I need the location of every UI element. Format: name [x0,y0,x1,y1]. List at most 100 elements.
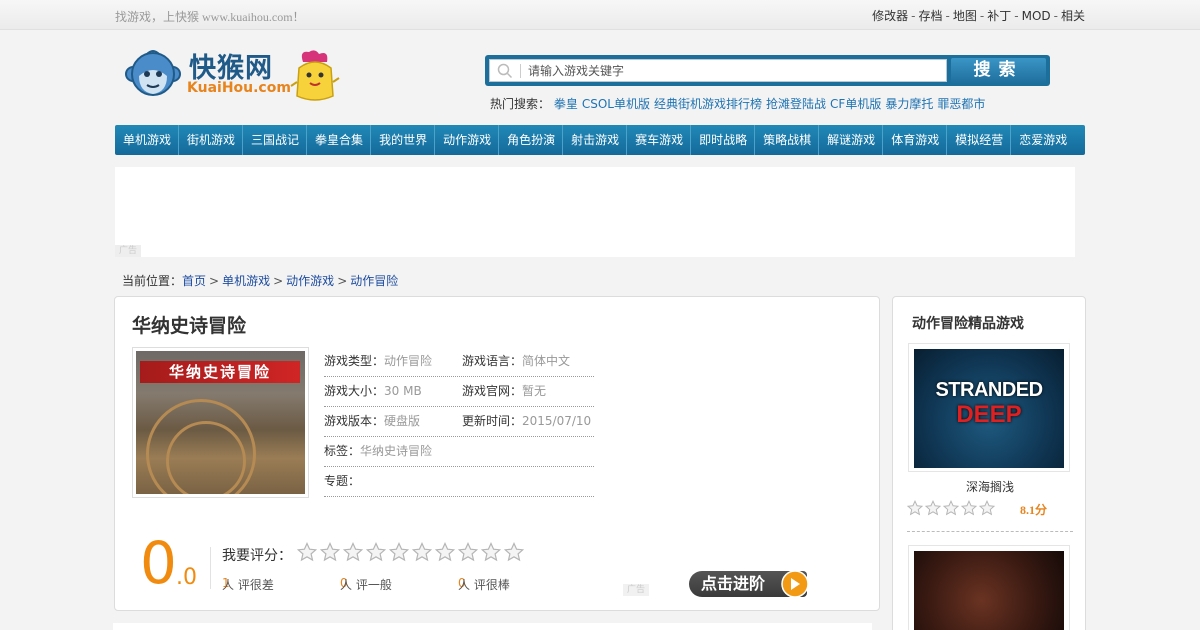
ad-banner[interactable]: 广告 [115,167,1075,257]
type-value[interactable]: 动作冒险 [384,354,432,368]
featured-game-score: 8.1分 [1020,503,1048,517]
cover-rail-shape [166,421,246,494]
mascot-icon [290,50,340,101]
nav-item-three-kingdoms[interactable]: 三国战记 [243,125,308,155]
rating-star-icon[interactable] [435,542,455,562]
hot-search-link[interactable]: CF单机版 [830,97,881,111]
rating-star-icon[interactable] [343,542,363,562]
nav-item-strategy[interactable]: 策略战棋 [755,125,820,155]
top-link-trainer[interactable]: 修改器 [872,9,908,23]
featured-game-card[interactable] [908,545,1070,630]
top-link-patch[interactable]: 补丁 [987,9,1011,23]
breadcrumb-home[interactable]: 首页 [182,274,206,288]
separator: - [1053,9,1058,23]
hot-search-link[interactable]: 暴力摩托 [885,97,933,111]
hot-search-link[interactable]: 抢滩登陆战 [766,97,826,111]
nav-item-romance[interactable]: 恋爱游戏 [1011,125,1074,155]
ad-tag: 广告 [623,584,649,596]
rating-stars [297,542,524,562]
rating-star-icon[interactable] [320,542,340,562]
search-button[interactable]: 搜索 [951,58,1046,83]
info-row: 专题： [324,467,594,497]
arrow-right-circle-icon [781,570,809,598]
nav-item-shooter[interactable]: 射击游戏 [563,125,628,155]
info-row: 游戏类型：动作冒险 游戏语言：简体中文 [324,347,594,377]
lang-label: 游戏语言： [462,354,523,368]
star-icon [979,500,995,516]
hot-search-link[interactable]: 罪恶都市 [937,97,985,111]
star-icon [961,500,977,516]
breadcrumb-arrow: > [273,274,284,288]
nav-item-puzzle[interactable]: 解谜游戏 [819,125,884,155]
top-links: 修改器 - 存档 - 地图 - 补丁 - MOD - 相关 [872,7,1085,24]
hot-search-label: 热门搜索： [490,97,551,111]
top-link-save[interactable]: 存档 [919,9,943,23]
rating-star-icon[interactable] [481,542,501,562]
size-label: 游戏大小： [324,384,385,398]
tag-link[interactable]: 华纳史诗冒险 [360,444,432,458]
hot-search-link[interactable]: CSOL单机版 [582,97,650,111]
version-label: 游戏版本： [324,414,385,428]
separator: - [911,9,916,23]
game-cover-image: 华纳史诗冒险 [136,351,305,494]
search-box[interactable] [489,59,947,82]
search-input[interactable] [528,62,938,80]
breadcrumb-label: 当前位置： [122,274,183,288]
rating-star-icon[interactable] [389,542,409,562]
version-value: 硬盘版 [384,414,421,428]
score-decimal: .0 [176,565,197,590]
nav-item-pc-games[interactable]: 单机游戏 [115,125,180,155]
star-icon [925,500,941,516]
info-row: 标签：华纳史诗冒险 [324,437,594,467]
score-divider [210,547,211,589]
sidebar-title: 动作冒险精品游戏 [912,316,1024,332]
good-label: 人 评很棒 [458,578,510,592]
updated-label: 更新时间： [462,414,523,428]
search-divider [520,64,521,78]
rating-star-icon[interactable] [366,542,386,562]
hot-search-link[interactable]: 经典街机游戏排行榜 [654,97,762,111]
enter-advanced-button[interactable]: 点击进阶 [689,570,809,598]
top-link-mod[interactable]: MOD [1022,9,1051,23]
enter-button-label: 点击进阶 [701,574,766,593]
next-panel-edge [113,623,872,630]
hot-search-link[interactable]: 拳皇 [554,97,578,111]
game-title: 华纳史诗冒险 [132,315,247,337]
game-cover[interactable]: 华纳史诗冒险 [132,347,309,498]
breadcrumb-action[interactable]: 动作游戏 [286,274,334,288]
nav-item-rpg[interactable]: 角色扮演 [499,125,564,155]
top-link-map[interactable]: 地图 [953,9,977,23]
game-info: 游戏类型：动作冒险 游戏语言：简体中文 游戏大小：30 MB 游戏官网：暂无 游… [324,347,594,497]
featured-game-cover [914,551,1064,630]
nav-item-minecraft[interactable]: 我的世界 [371,125,436,155]
info-row: 游戏大小：30 MB 游戏官网：暂无 [324,377,594,407]
my-rating-label: 我要评分： [222,548,292,564]
rating-star-icon[interactable] [412,542,432,562]
nav-item-kof[interactable]: 拳皇合集 [307,125,372,155]
featured-game-card[interactable]: STRANDED DEEP [908,343,1070,472]
type-label: 游戏类型： [324,354,385,368]
top-link-related[interactable]: 相关 [1061,9,1085,23]
game-detail-panel: 华纳史诗冒险 华纳史诗冒险 游戏类型：动作冒险 游戏语言：简体中文 游戏大小：3… [114,296,880,611]
nav-item-sports[interactable]: 体育游戏 [883,125,948,155]
rating-star-icon[interactable] [297,542,317,562]
topic-label: 专题： [324,474,361,488]
normal-label: 人 评一般 [340,578,392,592]
nav-item-rts[interactable]: 即时战略 [691,125,756,155]
nav-item-racing[interactable]: 赛车游戏 [627,125,692,155]
breadcrumb-action-adventure[interactable]: 动作冒险 [350,274,398,288]
nav-item-action[interactable]: 动作游戏 [435,125,500,155]
site-logo[interactable]: 快猴网 KuaiHou.com [125,46,345,104]
separator: - [979,9,985,23]
monkey-logo-icon [125,50,181,96]
featured-game-name[interactable]: 深海搁浅 [893,478,1087,495]
breadcrumb-pc-games[interactable]: 单机游戏 [222,274,270,288]
rating-star-icon[interactable] [504,542,524,562]
site-slogan: 找游戏，上快猴 www.kuaihou.com！ [115,10,305,24]
star-icon [907,500,923,516]
breadcrumb-arrow: > [337,274,348,288]
site-value: 暂无 [522,384,547,398]
nav-item-arcade[interactable]: 街机游戏 [179,125,244,155]
rating-star-icon[interactable] [458,542,478,562]
nav-item-simulation[interactable]: 模拟经营 [947,125,1012,155]
